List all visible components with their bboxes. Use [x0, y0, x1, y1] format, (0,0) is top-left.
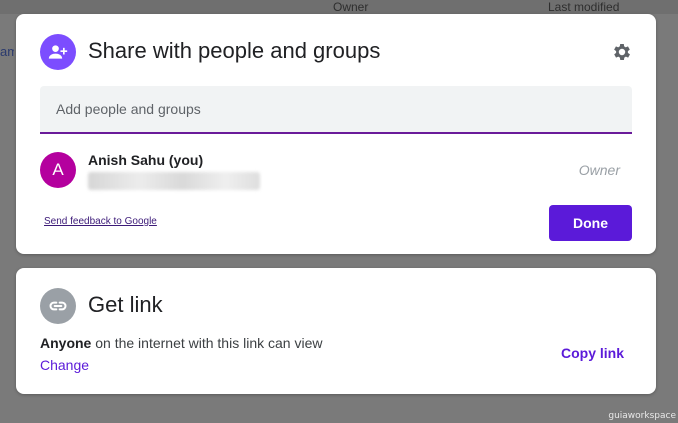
get-link-card: Get link Anyone on the internet with thi…	[16, 268, 656, 394]
link-access-scope: Anyone	[40, 335, 92, 351]
background-last-modified-column: Last modified	[548, 0, 620, 14]
get-link-title: Get link	[88, 292, 163, 317]
gear-icon	[614, 44, 630, 60]
settings-button[interactable]	[608, 38, 636, 66]
avatar: A	[40, 152, 76, 188]
link-icon	[40, 288, 76, 324]
person-add-icon	[40, 34, 76, 70]
add-people-field[interactable]	[40, 86, 632, 134]
add-people-input[interactable]	[40, 86, 632, 132]
link-access-description: Anyone on the internet with this link ca…	[40, 335, 322, 351]
background-owner-column: Owner	[333, 0, 369, 14]
person-role: Owner	[578, 162, 620, 178]
copy-link-button[interactable]: Copy link	[561, 345, 624, 361]
share-dialog-title: Share with people and groups	[88, 38, 381, 63]
person-name: Anish Sahu (you)	[88, 152, 204, 168]
person-email-redacted	[88, 172, 260, 190]
send-feedback-link[interactable]: Send feedback to Google	[44, 216, 157, 227]
link-access-text: on the internet with this link can view	[91, 335, 323, 351]
change-access-link[interactable]: Change	[40, 357, 89, 373]
done-button[interactable]: Done	[549, 205, 632, 241]
background-left-text: am	[0, 44, 14, 59]
share-dialog: Share with people and groups A Anish Sah…	[16, 14, 656, 254]
watermark: guiaworkspace	[608, 411, 676, 421]
